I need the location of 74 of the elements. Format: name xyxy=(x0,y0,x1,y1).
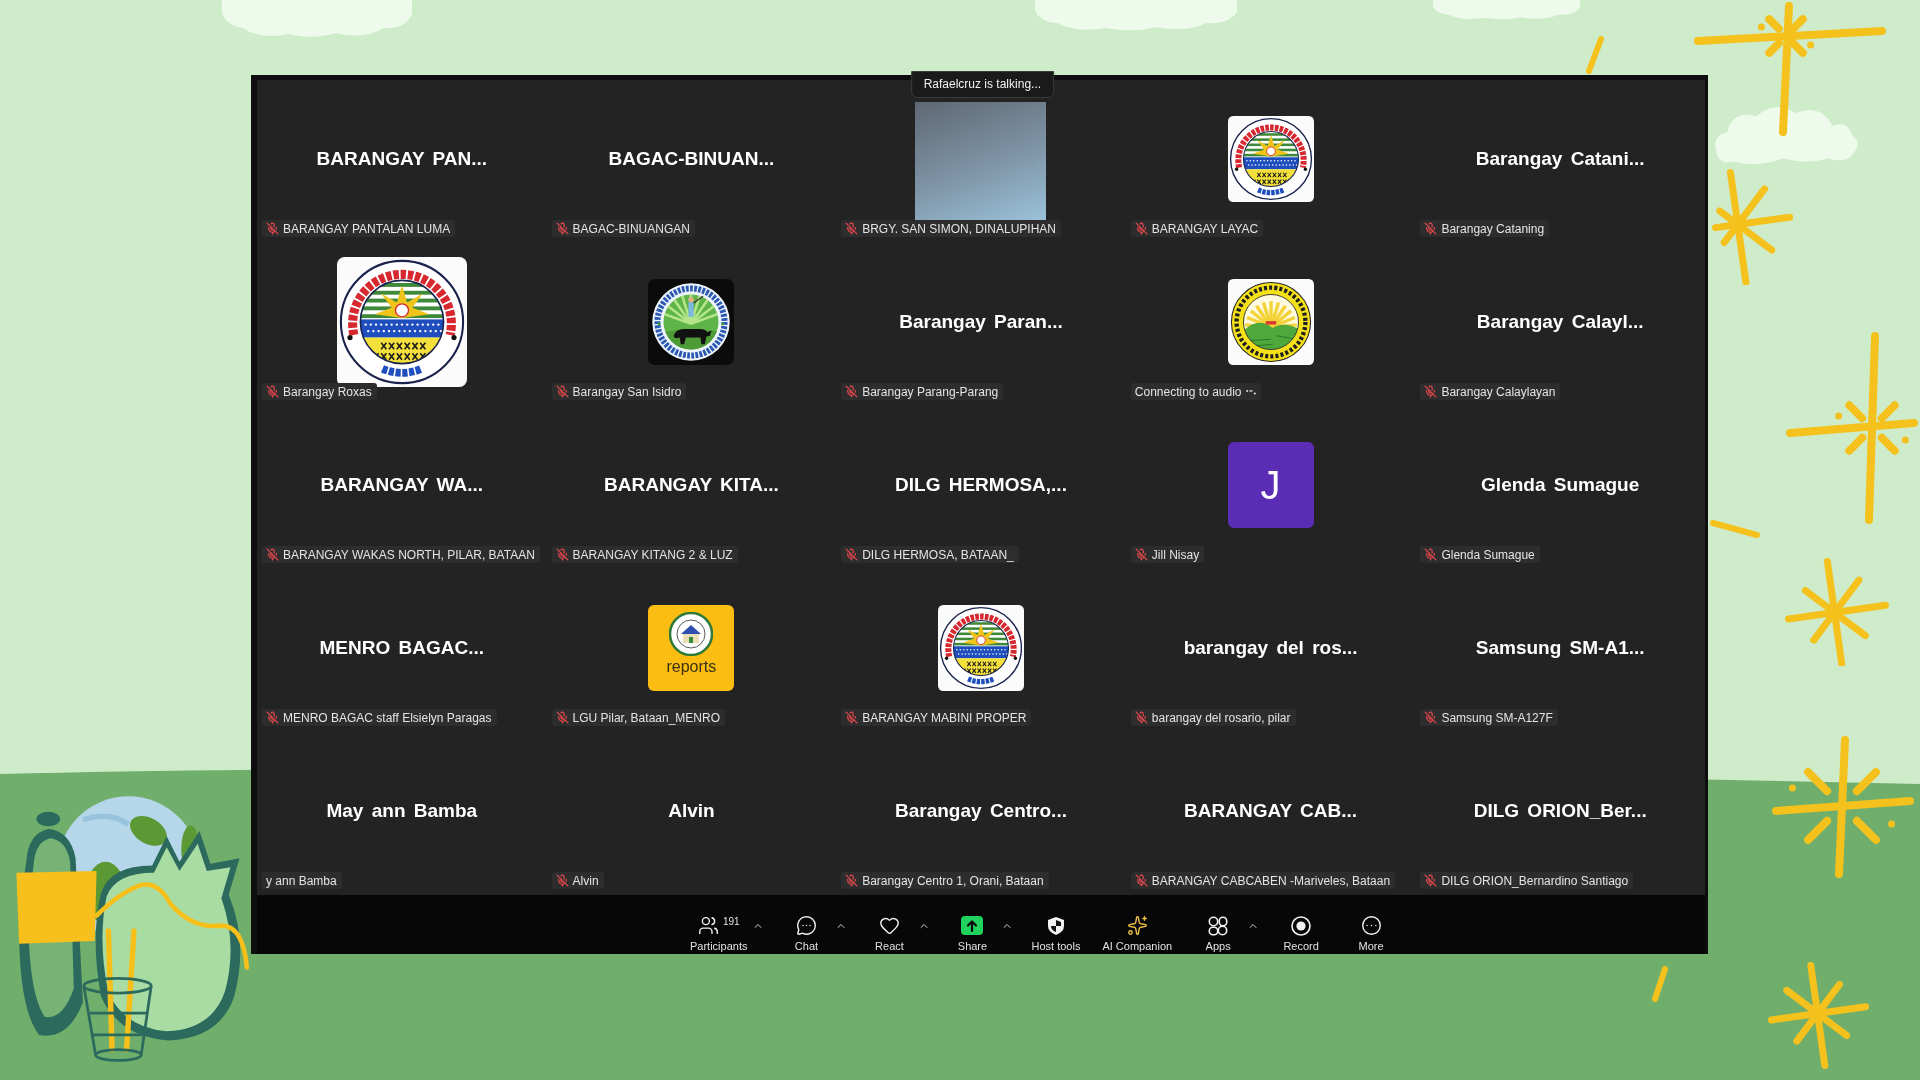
participant-name: BARANGAY CABCABEN -Mariveles, Bataan xyxy=(1151,873,1391,888)
participant-display-name: DILG HERMOSA,... xyxy=(895,474,1067,496)
participant-name: barangay del rosario, pilar xyxy=(1151,710,1291,725)
participant-name: y ann Bamba xyxy=(266,873,337,888)
participant-display-name: Samsung SM-A1... xyxy=(1475,637,1645,659)
chat-button[interactable]: Chat xyxy=(778,915,835,953)
picture-caption: reports xyxy=(666,657,717,677)
participant-name: Barangay Cataning xyxy=(1441,221,1545,236)
more-icon xyxy=(1360,915,1382,936)
participant-name: LGU Pilar, Bataan_MENRO xyxy=(572,710,720,725)
participant-name: Alvin xyxy=(572,873,599,888)
participant-name: BARANGAY KITANG 2 & LUZ xyxy=(572,547,733,562)
participant-display-name: May ann Bamba xyxy=(326,800,478,822)
participant-display-name: BARANGAY PAN... xyxy=(316,148,488,170)
participant-display-name: Alvin xyxy=(668,800,715,822)
sparkle-icon xyxy=(1126,915,1148,936)
chat-icon xyxy=(796,915,817,936)
participant-name: Barangay Centro 1, Orani, Bataan xyxy=(862,873,1044,888)
participant-display-name: BAGAC-BINUAN... xyxy=(608,148,775,170)
house-seal-icon xyxy=(669,612,714,656)
participant-name: Glenda Sumague xyxy=(1441,547,1535,562)
starburst-icon xyxy=(1786,332,1918,524)
dash-icon xyxy=(1652,966,1668,1002)
heart-icon xyxy=(879,915,900,936)
participant-name: DILG HERMOSA, BATAAN_ xyxy=(862,547,1014,562)
participant-name: Barangay San Isidro xyxy=(572,384,682,399)
participant-display-name: Barangay Paran... xyxy=(899,311,1063,333)
participant-name: Barangay Parang-Parang xyxy=(862,384,999,399)
starburst-icon xyxy=(1768,962,1870,1070)
participant-display-name: BARANGAY WA... xyxy=(320,474,483,496)
participant-name: Barangay Roxas xyxy=(283,384,372,399)
participant-display-name: Barangay Catani... xyxy=(1475,148,1645,170)
more-button[interactable]: More xyxy=(1343,915,1400,953)
host-tools-button[interactable]: Host tools xyxy=(1027,915,1085,953)
apps-button[interactable]: Apps xyxy=(1190,915,1247,953)
starburst-icon xyxy=(1694,2,1886,136)
ai-companion-button[interactable]: AI Companion xyxy=(1098,915,1177,953)
participant-name: BARANGAY PANTALAN LUMA xyxy=(283,221,451,236)
dash-icon xyxy=(1586,36,1604,74)
react-button[interactable]: React xyxy=(861,915,918,953)
participant-name: Samsung SM-A127F xyxy=(1441,710,1553,725)
participant-name: BRGY. SAN SIMON, DINALUPIHAN xyxy=(862,221,1056,236)
starburst-icon xyxy=(1785,557,1890,667)
participant-display-name: BARANGAY KITA... xyxy=(604,474,779,496)
starburst-icon xyxy=(1772,736,1914,878)
participant-name: BARANGAY WAKAS NORTH, PILAR, BATAAN xyxy=(283,547,535,562)
participant-name: MENRO BAGAC staff Elsielyn Paragas xyxy=(283,710,492,725)
share-icon xyxy=(961,916,984,935)
participant-name: Jill Nisay xyxy=(1151,547,1200,562)
participant-display-name: Glenda Sumague xyxy=(1481,474,1640,496)
participant-display-name: DILG ORION_Ber... xyxy=(1473,800,1647,822)
initial-avatar: J xyxy=(1227,442,1314,528)
share-button[interactable]: Share xyxy=(944,915,1001,953)
participant-name: Connecting to audio xyxy=(1134,384,1242,399)
participant-display-name: Barangay Centro... xyxy=(895,800,1067,822)
participants-button[interactable]: 191 Participants xyxy=(686,915,752,953)
participant-name: BAGAC-BINUANGAN xyxy=(572,221,690,236)
record-icon xyxy=(1291,915,1312,936)
record-button[interactable]: Record xyxy=(1273,915,1330,953)
participant-display-name: Barangay Calayl... xyxy=(1476,311,1644,333)
participants-icon xyxy=(697,915,719,936)
participant-name: DILG ORION_Bernardino Santiago xyxy=(1441,873,1629,888)
participant-display-name: MENRO BAGAC... xyxy=(319,637,485,659)
apps-icon xyxy=(1208,915,1229,936)
speaker-notice: Rafaelcruz is talking... xyxy=(910,71,1055,98)
dash-icon xyxy=(1710,520,1760,538)
participant-name: BARANGAY MABINI PROPER xyxy=(862,710,1027,725)
participant-name: Barangay Calaylayan xyxy=(1441,384,1556,399)
starburst-icon xyxy=(1712,168,1794,286)
participant-display-name: BARANGAY CAB... xyxy=(1184,800,1358,822)
participant-name: BARANGAY LAYAC xyxy=(1151,221,1259,236)
participant-count: 191 xyxy=(722,916,740,927)
shield-icon xyxy=(1046,915,1065,936)
participant-display-name: barangay del ros... xyxy=(1183,637,1358,659)
